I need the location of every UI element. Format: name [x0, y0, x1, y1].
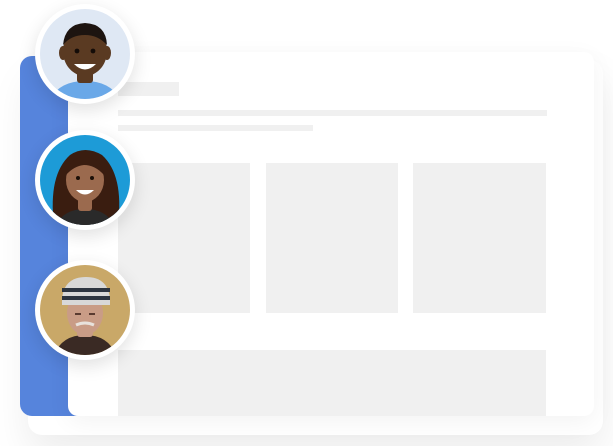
avatar-child-icon [40, 9, 130, 99]
card-placeholder [266, 163, 398, 313]
avatar-woman [35, 130, 135, 230]
avatar-elder-icon [40, 265, 130, 355]
card-placeholder [413, 163, 546, 313]
avatar-child [35, 4, 135, 104]
app-mockup [0, 0, 613, 446]
footer-placeholder [118, 350, 546, 416]
text-line-placeholder [118, 110, 547, 116]
avatar-elder [35, 260, 135, 360]
card-placeholder [118, 163, 250, 313]
text-line-placeholder [118, 125, 313, 131]
avatar-woman-icon [40, 135, 130, 225]
